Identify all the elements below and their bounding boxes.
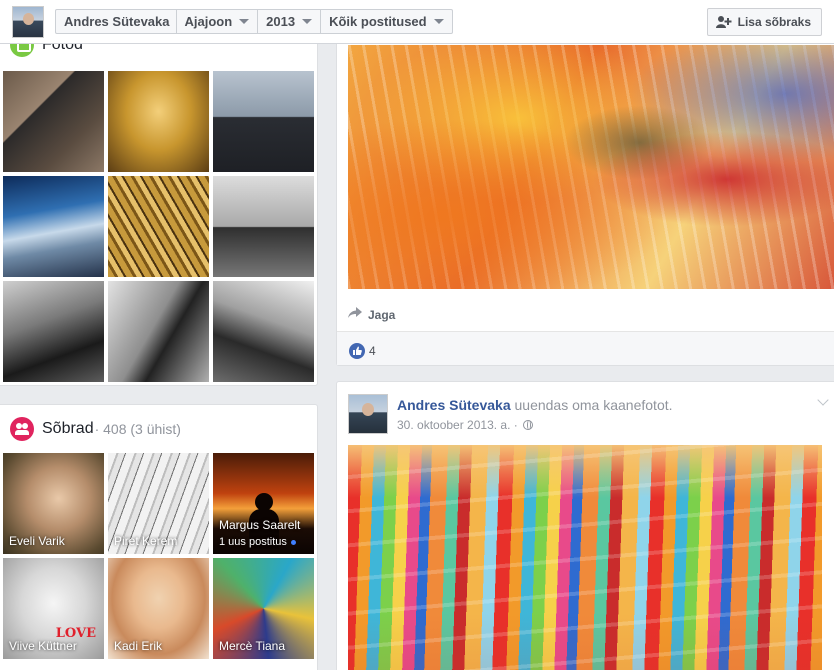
photos-card: Fotod [0, 30, 318, 386]
author-avatar[interactable] [348, 394, 388, 434]
photo-thumbnail[interactable] [108, 281, 209, 382]
breadcrumb-year-dropdown[interactable]: 2013 [258, 10, 322, 33]
caret-down-icon [302, 19, 313, 24]
likes-count: 4 [369, 344, 376, 358]
friend-tile[interactable]: Mercè Tiana [213, 558, 314, 659]
breadcrumb-posts-filter-dropdown[interactable]: Kõik postitused [321, 10, 452, 33]
share-button[interactable]: Jaga [348, 307, 395, 322]
post-image[interactable] [348, 445, 822, 670]
friend-name[interactable]: Viive Küttner [9, 639, 77, 653]
friend-tile[interactable]: Kadi Erik [108, 558, 209, 659]
friend-tile[interactable]: LOVE Viive Küttner [3, 558, 104, 659]
friends-grid: Eveli Varik Piret Kerem Margus Saarelt 1… [3, 453, 314, 659]
photo-thumbnail[interactable] [108, 71, 209, 172]
post-meta: 30. oktoober 2013. a. · [397, 418, 533, 432]
breadcrumb-posts-filter-label: Kõik postitused [329, 14, 427, 29]
photo-thumbnail[interactable] [3, 281, 104, 382]
caret-down-icon [239, 19, 250, 24]
share-icon [348, 307, 362, 322]
timeline-post-cover-photo: Jaga 4 [336, 30, 834, 366]
globe-icon[interactable] [522, 420, 533, 430]
post-image[interactable] [348, 45, 834, 289]
friend-new-post-label: 1 uus postitus [219, 536, 287, 548]
friends-title: Sõbrad [42, 420, 94, 437]
add-friend-icon [715, 15, 732, 29]
post-action-text: uuendas oma kaanefotot. [510, 397, 673, 413]
friends-card: Sõbrad · 408 (3 ühist) Eveli Varik Piret… [0, 404, 318, 670]
friend-name[interactable]: Piret Kerem [114, 534, 177, 548]
author-name-link[interactable]: Andres Sütevaka [397, 397, 511, 413]
photo-thumbnail[interactable] [213, 176, 314, 277]
breadcrumb-profile-name-label: Andres Sütevaka [64, 14, 170, 29]
friend-tile[interactable]: Eveli Varik [3, 453, 104, 554]
friends-header[interactable]: Sõbrad · 408 (3 ühist) [10, 417, 181, 441]
add-friend-label: Lisa sõbraks [737, 15, 811, 29]
share-label: Jaga [368, 307, 396, 322]
friend-tile[interactable]: Margus Saarelt 1 uus postitus [213, 453, 314, 554]
profile-thumbnail[interactable] [12, 6, 44, 38]
photo-thumbnail[interactable] [3, 71, 104, 172]
friends-count: · 408 (3 ühist) [94, 421, 181, 437]
breadcrumb-timeline-dropdown[interactable]: Ajajoon [177, 10, 259, 33]
post-date-link[interactable]: 30. oktoober 2013. a. · [397, 418, 518, 432]
caret-down-icon [433, 19, 444, 24]
breadcrumb: Andres Sütevaka Ajajoon 2013 Kõik postit… [55, 9, 453, 34]
photo-thumbnail[interactable] [213, 281, 314, 382]
breadcrumb-year-label: 2013 [266, 14, 296, 29]
photo-thumbnail[interactable] [213, 71, 314, 172]
photo-thumbnail[interactable] [108, 176, 209, 277]
chevron-down-icon[interactable] [817, 394, 829, 406]
friend-tile[interactable]: Piret Kerem [108, 453, 209, 554]
breadcrumb-timeline-label: Ajajoon [184, 14, 233, 29]
timeline-post-cover-update: Andres Sütevaka uuendas oma kaanefotot. … [336, 381, 834, 670]
photos-grid [3, 71, 314, 382]
unread-dot-icon [290, 539, 296, 545]
friend-name[interactable]: Kadi Erik [114, 639, 162, 653]
friends-icon [10, 417, 34, 441]
breadcrumb-profile-name[interactable]: Andres Sütevaka [56, 10, 177, 33]
friend-new-post-indicator: 1 uus postitus [219, 536, 296, 548]
timeline-header-bar: Andres Sütevaka Ajajoon 2013 Kõik postit… [0, 0, 834, 44]
photo-thumbnail[interactable] [3, 176, 104, 277]
likes-summary[interactable]: 4 [349, 343, 376, 359]
post-headline: Andres Sütevaka uuendas oma kaanefotot. [397, 397, 673, 413]
like-icon [349, 343, 365, 359]
friend-name[interactable]: Margus Saarelt [219, 518, 300, 532]
reactions-area [337, 332, 834, 365]
friend-name[interactable]: Eveli Varik [9, 534, 65, 548]
add-friend-button[interactable]: Lisa sõbraks [706, 8, 822, 36]
friend-name[interactable]: Mercè Tiana [219, 639, 285, 653]
